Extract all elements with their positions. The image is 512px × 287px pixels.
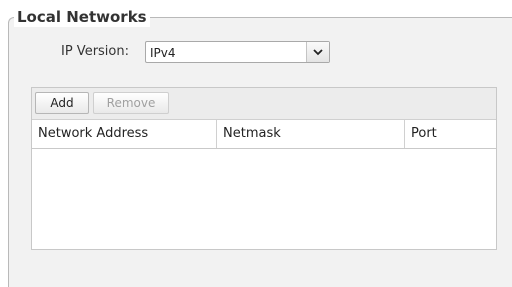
remove-button[interactable]: Remove xyxy=(93,92,169,114)
section-title: Local Networks xyxy=(14,7,150,27)
chevron-down-icon[interactable] xyxy=(306,42,329,62)
column-header-port[interactable]: Port xyxy=(405,120,496,148)
networks-table-panel: Add Remove Network Address Netmask Port xyxy=(31,87,497,250)
column-header-netmask[interactable]: Netmask xyxy=(217,120,405,148)
ip-version-label: IP Version: xyxy=(61,44,129,59)
ip-version-value: IPv4 xyxy=(150,46,176,60)
table-header: Network Address Netmask Port xyxy=(32,120,496,149)
column-header-network-address[interactable]: Network Address xyxy=(32,120,217,148)
add-button[interactable]: Add xyxy=(35,92,89,114)
ip-version-select[interactable]: IPv4 xyxy=(145,41,330,63)
table-toolbar: Add Remove xyxy=(32,88,496,120)
